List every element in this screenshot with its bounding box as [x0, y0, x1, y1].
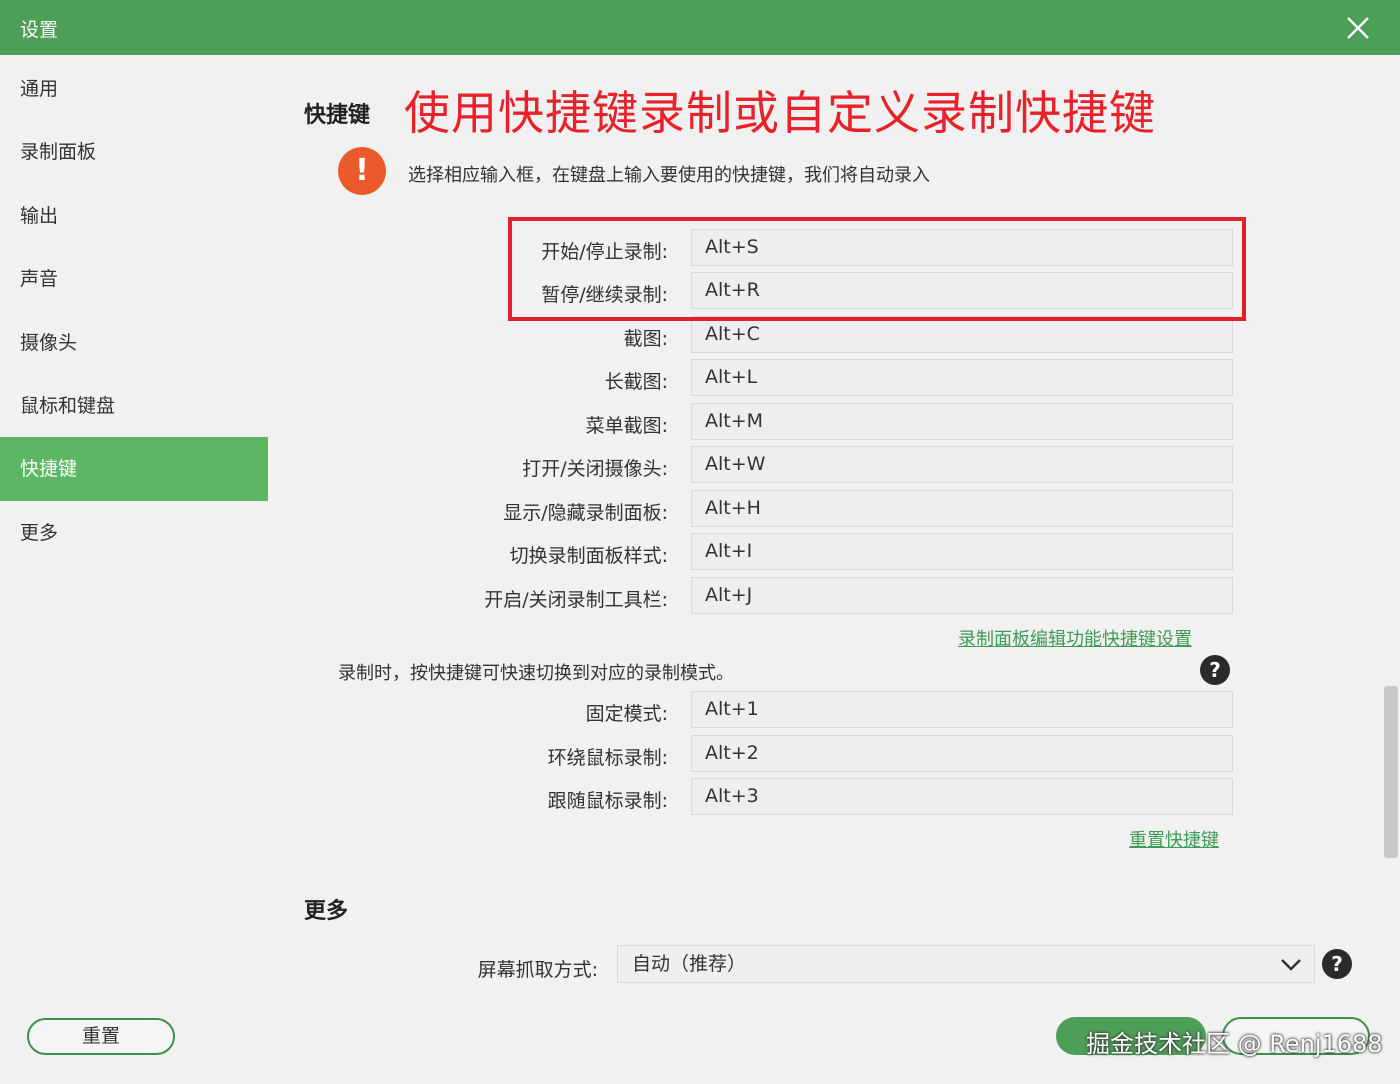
sidebar-item-shortcuts[interactable]: 快捷键 — [0, 437, 268, 501]
shortcut-label: 开启/关闭录制工具栏: — [484, 589, 668, 611]
shortcut-label: 截图: — [623, 328, 668, 350]
watermark: 掘金技术社区 @ Renj1688 — [1086, 1030, 1383, 1058]
mode-shortcut-input[interactable]: Alt+3 — [691, 778, 1233, 815]
section-title-shortcuts: 快捷键 — [304, 103, 371, 128]
exclamation-icon: ! — [338, 147, 386, 195]
sidebar-item-more[interactable]: 更多 — [0, 501, 268, 565]
question-icon[interactable]: ? — [1200, 655, 1230, 685]
sidebar-item-audio[interactable]: 声音 — [0, 247, 268, 311]
panel-edit-shortcuts-link[interactable]: 录制面板编辑功能快捷键设置 — [958, 625, 1192, 651]
sidebar-item-general[interactable]: 通用 — [0, 57, 268, 121]
title-bar: 设置 — [0, 0, 1400, 55]
sidebar-item-camera[interactable]: 摄像头 — [0, 311, 268, 375]
shortcut-input[interactable]: Alt+C — [691, 316, 1233, 353]
mode-shortcut-input[interactable]: Alt+1 — [691, 691, 1233, 728]
sidebar-item-output[interactable]: 输出 — [0, 184, 268, 248]
mode-label: 固定模式: — [585, 703, 668, 725]
shortcut-input[interactable]: Alt+I — [691, 533, 1233, 570]
shortcut-label: 菜单截图: — [585, 415, 668, 437]
highlight-box — [508, 217, 1246, 321]
capture-mode-value: 自动（推荐） — [632, 953, 747, 975]
shortcut-input[interactable]: Alt+J — [691, 577, 1233, 614]
reset-shortcuts-link[interactable]: 重置快捷键 — [1129, 826, 1219, 852]
shortcut-label: 打开/关闭摄像头: — [522, 458, 668, 480]
capture-mode-select[interactable]: 自动（推荐） — [617, 945, 1315, 983]
shortcut-input[interactable]: Alt+M — [691, 403, 1233, 440]
sidebar: 通用 录制面板 输出 声音 摄像头 鼠标和键盘 快捷键 更多 — [0, 55, 268, 995]
shortcut-label: 长截图: — [604, 371, 668, 393]
close-icon[interactable] — [1340, 10, 1376, 46]
shortcut-input[interactable]: Alt+L — [691, 359, 1233, 396]
mode-label: 跟随鼠标录制: — [547, 790, 668, 812]
shortcut-input[interactable]: Alt+H — [691, 490, 1233, 527]
section-title-more: 更多 — [304, 899, 349, 924]
annotation-headline: 使用快捷键录制或自定义录制快捷键 — [404, 86, 1156, 140]
chevron-down-icon — [1281, 959, 1301, 971]
shortcut-label: 切换录制面板样式: — [509, 545, 668, 567]
reset-button[interactable]: 重置 — [27, 1018, 175, 1055]
mode-shortcut-input[interactable]: Alt+2 — [691, 735, 1233, 772]
scrollbar-thumb[interactable] — [1384, 686, 1398, 858]
mode-label: 环绕鼠标录制: — [547, 747, 668, 769]
capture-mode-label: 屏幕抓取方式: — [477, 959, 598, 981]
question-icon[interactable]: ? — [1322, 949, 1352, 979]
shortcut-input[interactable]: Alt+W — [691, 446, 1233, 483]
sidebar-item-mouse-keyboard[interactable]: 鼠标和键盘 — [0, 374, 268, 438]
mode-switch-note: 录制时，按快捷键可快速切换到对应的录制模式。 — [338, 663, 734, 684]
window-title: 设置 — [20, 19, 59, 41]
sidebar-item-record-panel[interactable]: 录制面板 — [0, 120, 268, 184]
shortcut-label: 显示/隐藏录制面板: — [503, 502, 668, 524]
settings-content: 快捷键 使用快捷键录制或自定义录制快捷键 ! 选择相应输入框，在键盘上输入要使用… — [268, 55, 1400, 995]
shortcut-hint: 选择相应输入框，在键盘上输入要使用的快捷键，我们将自动录入 — [408, 165, 930, 186]
